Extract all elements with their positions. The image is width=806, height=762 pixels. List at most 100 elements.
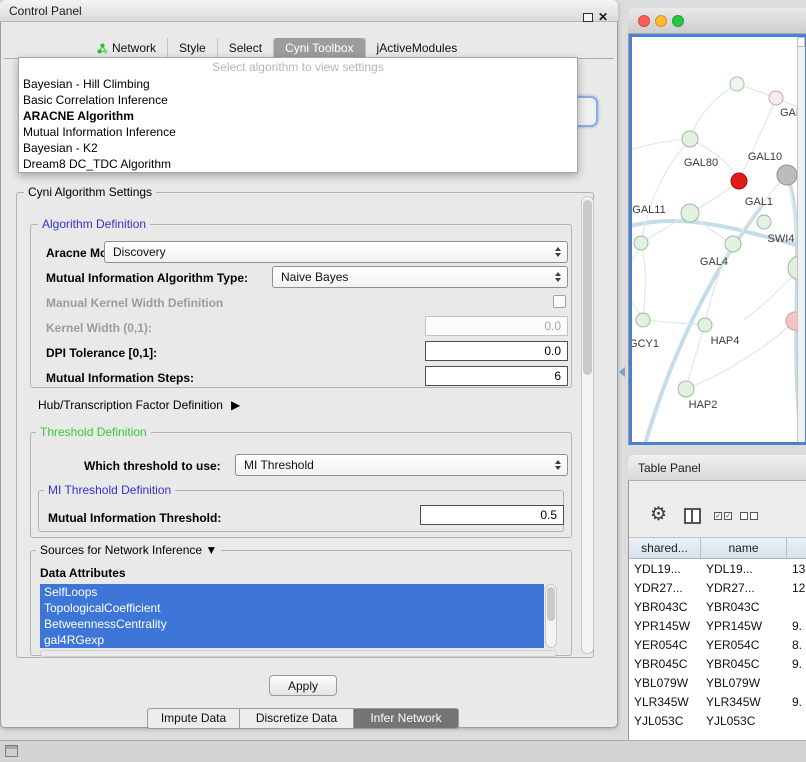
desktop: Control Panel ✕ Network Style Select Cyn… [0, 0, 806, 762]
zoom-traffic-light[interactable] [672, 15, 684, 27]
attribute-item-selected[interactable]: gal4RGexp [40, 632, 544, 648]
dropdown-item[interactable]: Bayesian - Hill Climbing [19, 76, 577, 92]
collapsed-panel-icon[interactable] [5, 745, 18, 757]
dropdown-item[interactable]: Dream8 DC_TDC Algorithm [19, 156, 577, 172]
mi-threshold-legend: MI Threshold Definition [44, 483, 175, 497]
gear-icon[interactable]: ⚙ [650, 503, 667, 526]
column-header-shared[interactable]: shared... [629, 538, 701, 558]
node-label: SWI4 [768, 233, 795, 245]
table-row[interactable]: YPR145WYPR145W9. [629, 616, 806, 635]
network-node[interactable] [757, 215, 771, 229]
table-body: YDL19...YDL19...13YDR27...YDR27...12YBR0… [629, 559, 806, 762]
table-cell-value: 8. [787, 638, 806, 652]
table-cell-value: 12 [787, 581, 806, 595]
tab-jactivemodules[interactable]: jActiveModules [365, 38, 469, 58]
column-header-extra[interactable] [787, 538, 806, 558]
network-edge[interactable] [686, 325, 705, 389]
table-row[interactable]: YDR27...YDR27...12 [629, 578, 806, 597]
mi-steps-field[interactable]: 6 [425, 366, 568, 386]
network-scrollbar-button[interactable] [797, 37, 805, 47]
network-node[interactable] [731, 173, 747, 189]
network-node[interactable] [636, 313, 650, 327]
network-edge[interactable] [641, 243, 645, 320]
node-label: HAP4 [711, 335, 740, 347]
network-node[interactable] [769, 91, 783, 105]
network-scrollbar[interactable] [797, 37, 805, 442]
table-header: shared... name [629, 538, 806, 559]
node-label: HAP2 [689, 399, 718, 411]
network-edge[interactable] [643, 320, 705, 325]
network-edge[interactable] [690, 84, 737, 139]
which-threshold-combobox[interactable]: MI Threshold [235, 454, 568, 476]
manual-kernel-checkbox[interactable] [553, 295, 566, 308]
hub-section-toggle[interactable]: Hub/Transcription Factor Definition▶ [38, 398, 240, 412]
minimize-traffic-light[interactable] [655, 15, 667, 27]
dropdown-item[interactable]: Bayesian - K2 [19, 140, 577, 156]
tab-impute-data[interactable]: Impute Data [147, 708, 240, 729]
cyni-settings-legend: Cyni Algorithm Settings [24, 185, 156, 199]
algorithm-definition-legend: Algorithm Definition [38, 217, 150, 231]
tab-network[interactable]: Network [86, 38, 167, 58]
show-columns-icon[interactable] [684, 508, 701, 524]
aracne-mode-combobox[interactable]: Discovery [104, 241, 568, 263]
dropdown-item-selected[interactable]: ARACNE Algorithm [19, 108, 577, 124]
table-row[interactable]: YER054CYER054C8. [629, 635, 806, 654]
table-row[interactable]: YDL19...YDL19...13 [629, 559, 806, 578]
attribute-item-selected[interactable]: SelfLoops [40, 584, 544, 600]
tab-select[interactable]: Select [217, 38, 273, 58]
network-node[interactable] [777, 165, 797, 185]
network-node[interactable] [725, 236, 741, 252]
dropdown-item[interactable]: Basic Correlation Inference [19, 92, 577, 108]
mi-type-combobox[interactable]: Naive Bayes [272, 266, 568, 288]
table-row[interactable]: YBR043CYBR043C [629, 597, 806, 616]
dpi-tolerance-field[interactable]: 0.0 [425, 341, 568, 361]
unchecked-box-icon [740, 512, 748, 520]
tab-discretize-data[interactable]: Discretize Data [239, 708, 354, 729]
mi-threshold-label: Mutual Information Threshold: [48, 511, 221, 525]
dropdown-item[interactable]: Mutual Information Inference [19, 124, 577, 140]
deselect-all-icon[interactable] [740, 512, 758, 520]
collapse-triangle-icon: ▼ [205, 543, 217, 557]
network-edge[interactable] [641, 139, 690, 243]
table-row[interactable]: YBR045CYBR045C9. [629, 654, 806, 673]
attribute-list-scrollbar-thumb[interactable] [547, 587, 555, 621]
apply-button[interactable]: Apply [269, 675, 337, 696]
checked-box-icon: ✓ [714, 512, 722, 520]
control-panel-titlebar[interactable]: Control Panel [0, 0, 618, 22]
attribute-item-selected[interactable]: TopologicalCoefficient [40, 600, 544, 616]
attribute-list-hscrollbar[interactable] [40, 650, 557, 657]
network-edge[interactable] [739, 98, 776, 181]
mi-type-value: Naive Bayes [281, 270, 348, 284]
attribute-list-scrollbar[interactable] [545, 584, 557, 648]
network-node[interactable] [634, 236, 648, 250]
splitter-handle-icon[interactable] [619, 367, 625, 377]
tab-style[interactable]: Style [167, 38, 217, 58]
table-cell-shared: YPR145W [629, 619, 701, 633]
table-row[interactable]: YLR345WYLR345W9. [629, 692, 806, 711]
sources-legend-toggle[interactable]: Sources for Network Inference ▼ [36, 543, 221, 557]
network-node[interactable] [678, 381, 694, 397]
tab-cyni-toolbox[interactable]: Cyni Toolbox [273, 38, 364, 58]
table-panel-titlebar[interactable]: Table Panel [628, 455, 806, 481]
table-row[interactable]: YBL079WYBL079W [629, 673, 806, 692]
network-node[interactable] [682, 131, 698, 147]
network-node[interactable] [698, 318, 712, 332]
settings-scrollbar[interactable] [581, 196, 594, 654]
float-window-icon[interactable] [583, 13, 593, 22]
node-label: GAL11 [632, 204, 665, 216]
kernel-width-field[interactable]: 0.0 [425, 316, 568, 336]
close-traffic-light[interactable] [638, 15, 650, 27]
settings-scrollbar-thumb[interactable] [583, 200, 592, 375]
network-node[interactable] [681, 204, 699, 222]
close-icon[interactable]: ✕ [598, 10, 608, 24]
table-panel-title: Table Panel [638, 461, 701, 475]
attribute-item-selected[interactable]: BetweennessCentrality [40, 616, 544, 632]
select-all-icon[interactable]: ✓✓ [714, 512, 732, 520]
table-row[interactable]: YJL053CYJL053C [629, 711, 806, 730]
tab-infer-network[interactable]: Infer Network [353, 708, 459, 729]
status-bar [0, 740, 806, 762]
network-node[interactable] [730, 77, 744, 91]
data-attributes-label: Data Attributes [40, 566, 126, 580]
mi-threshold-field[interactable]: 0.5 [420, 505, 564, 525]
column-header-name[interactable]: name [701, 538, 787, 558]
